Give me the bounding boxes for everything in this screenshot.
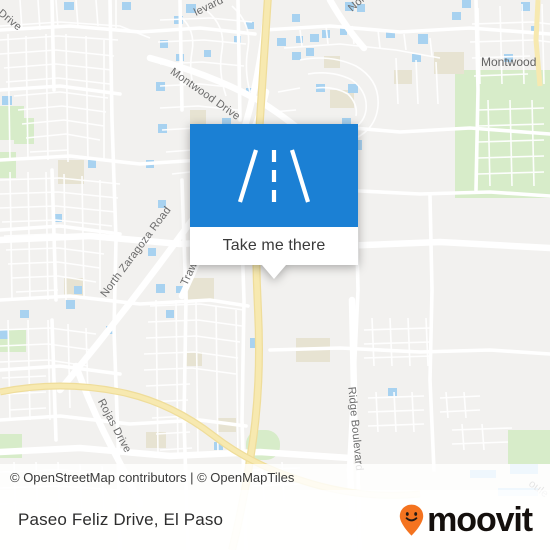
attribution-text[interactable]: © OpenStreetMap contributors | © OpenMap… xyxy=(10,470,294,485)
moovit-logo[interactable]: moovit xyxy=(399,501,533,539)
footer-bar: Paseo Feliz Drive, El Paso moovit xyxy=(0,490,550,550)
map-place-labels: Montwood xyxy=(481,55,536,69)
destination-popup[interactable]: Take me there xyxy=(190,124,358,279)
road-icon xyxy=(237,149,311,203)
take-me-there-label: Take me there xyxy=(222,237,326,254)
take-me-there-button[interactable]: Take me there xyxy=(190,227,358,265)
moovit-wordmark: moovit xyxy=(427,501,533,539)
popup-pointer xyxy=(262,265,286,279)
place-label-montwood: Montwood xyxy=(481,55,536,69)
map-screen: n Drive e Trawood Drive Montwood Drive l… xyxy=(0,0,550,550)
map-attribution-bar: © OpenStreetMap contributors | © OpenMap… xyxy=(0,464,550,490)
popup-image-header xyxy=(190,124,358,227)
page-title: Paseo Feliz Drive, El Paso xyxy=(18,510,224,529)
moovit-pin-icon xyxy=(399,504,424,536)
